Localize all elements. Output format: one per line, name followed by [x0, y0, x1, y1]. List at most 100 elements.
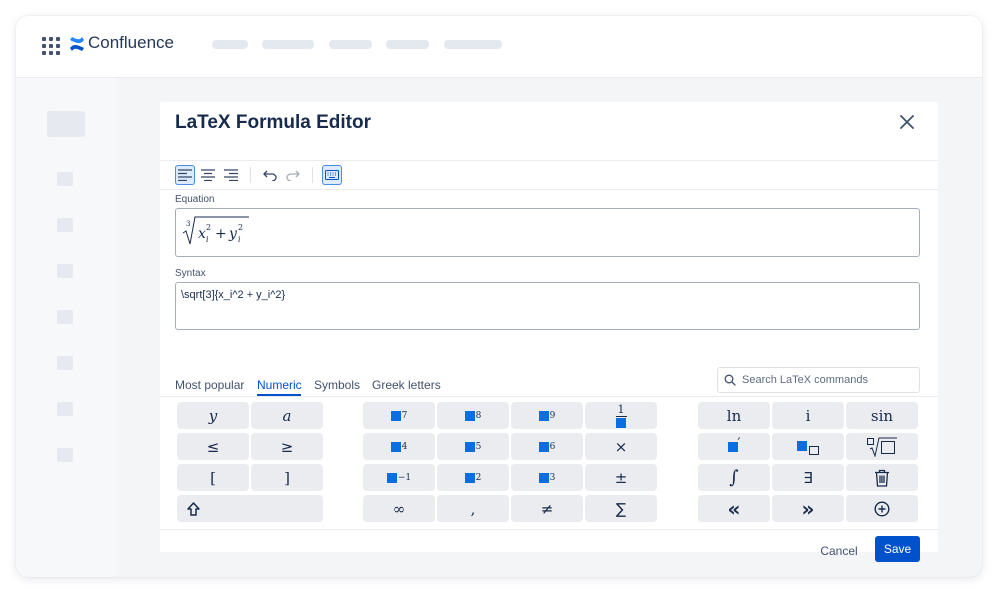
key-y[interactable]: y	[177, 402, 249, 429]
key-i[interactable]: i	[772, 402, 844, 429]
syntax-input[interactable]: \sqrt[3]{x_i^2 + y_i^2}	[175, 282, 920, 330]
key-label: »	[801, 496, 815, 521]
key-label: 9	[549, 410, 556, 421]
close-icon[interactable]	[897, 112, 917, 132]
key-a[interactable]: a	[251, 402, 323, 429]
app-window: Confluence LaTeX Formula Editor Equation…	[16, 16, 982, 577]
tab-numeric[interactable]: Numeric	[257, 378, 302, 392]
key-infinity[interactable]: ∞	[363, 495, 435, 522]
key-comma[interactable]: ,	[437, 495, 509, 522]
key-label: 3	[549, 472, 556, 483]
align-right-button[interactable]	[221, 165, 241, 185]
placeholder-box-icon	[464, 441, 475, 452]
key-subscript[interactable]	[772, 433, 844, 460]
key-label: ]	[284, 468, 290, 487]
key-label: ∫	[729, 467, 739, 488]
keyboard-button[interactable]	[322, 165, 342, 185]
key-label: i	[805, 406, 811, 425]
key-prime[interactable]: ′	[698, 433, 770, 460]
key-power-8[interactable]: 8	[437, 402, 509, 429]
key-label: ∞	[392, 499, 406, 518]
sidebar-item-placeholder	[57, 172, 73, 186]
placeholder-box-icon	[390, 410, 401, 421]
sidebar-item-placeholder	[57, 218, 73, 232]
key-power-minus-1[interactable]: −1	[363, 464, 435, 491]
key-sum[interactable]: ∑	[585, 495, 657, 522]
top-navigation: Confluence	[16, 16, 982, 78]
key-exists[interactable]: ∃	[772, 464, 844, 491]
sidebar-item-placeholder	[57, 448, 73, 462]
undo-button[interactable]	[260, 165, 280, 185]
redo-button[interactable]	[283, 165, 303, 185]
move-right-key[interactable]: »	[772, 495, 844, 522]
key-label: sin	[870, 406, 894, 425]
search-input[interactable]	[742, 371, 912, 388]
key-ln[interactable]: ln	[698, 402, 770, 429]
key-power-3[interactable]: 3	[511, 464, 583, 491]
key-power-7[interactable]: 7	[363, 402, 435, 429]
key-power-4[interactable]: 4	[363, 433, 435, 460]
delete-key[interactable]	[846, 464, 918, 491]
svg-text:2: 2	[206, 223, 211, 232]
toolbar-divider	[250, 167, 251, 183]
equation-preview[interactable]: 3 x 2 i + y 2 i	[175, 208, 920, 257]
tab-greek-letters[interactable]: Greek letters	[372, 378, 441, 392]
sidebar-item-placeholder	[57, 310, 73, 324]
key-power-9[interactable]: 9	[511, 402, 583, 429]
undo-icon	[263, 170, 277, 181]
keyboard-icon	[325, 170, 339, 180]
key-less-equal[interactable]: ≤	[177, 433, 249, 460]
syntax-text[interactable]: \sqrt[3]{x_i^2 + y_i^2}	[181, 289, 285, 301]
svg-text:3: 3	[186, 220, 190, 228]
sidebar-item-placeholder	[57, 402, 73, 416]
svg-text:+: +	[215, 226, 227, 242]
key-sin[interactable]: sin	[846, 402, 918, 429]
svg-text:y: y	[228, 226, 238, 242]
symbol-keypad: y a ≤ ≥ [ ] 7 8 9 1 4 5 6 × −1 2 3 ± ∞ ,…	[160, 396, 938, 530]
key-greater-equal[interactable]: ≥	[251, 433, 323, 460]
placeholder-box-icon	[616, 417, 626, 428]
key-label: 4	[401, 441, 408, 452]
key-power-5[interactable]: 5	[437, 433, 509, 460]
nav-placeholder	[262, 40, 314, 49]
save-button[interactable]: Save	[875, 536, 920, 562]
grid-icon[interactable]	[42, 37, 60, 55]
tab-most-popular[interactable]: Most popular	[175, 378, 244, 392]
key-power-6[interactable]: 6	[511, 433, 583, 460]
align-center-button[interactable]	[198, 165, 218, 185]
dialog-title: LaTeX Formula Editor	[175, 112, 372, 133]
shift-key[interactable]	[177, 495, 323, 522]
key-label: 1	[617, 402, 625, 416]
key-fraction[interactable]: 1	[585, 402, 657, 429]
key-left-bracket[interactable]: [	[177, 464, 249, 491]
key-not-equal[interactable]: ≠	[511, 495, 583, 522]
nav-placeholder	[386, 40, 429, 49]
key-label: a	[282, 406, 292, 425]
key-label: ∃	[803, 468, 813, 487]
key-label: −1	[397, 472, 412, 483]
key-label: ×	[614, 437, 628, 456]
move-left-key[interactable]: «	[698, 495, 770, 522]
key-label: «	[727, 496, 741, 521]
key-plus-minus[interactable]: ±	[585, 464, 657, 491]
insert-key[interactable]	[846, 495, 918, 522]
key-times[interactable]: ×	[585, 433, 657, 460]
tab-symbols[interactable]: Symbols	[314, 378, 360, 392]
key-label: ≤	[206, 437, 220, 456]
search-box[interactable]	[717, 367, 920, 393]
nth-root-icon	[867, 437, 897, 457]
key-nth-root[interactable]	[846, 433, 918, 460]
key-label: ∑	[615, 499, 627, 518]
placeholder-box-icon	[390, 441, 401, 452]
key-label: 2	[475, 472, 482, 483]
cancel-button[interactable]: Cancel	[814, 538, 864, 564]
latex-editor-dialog: LaTeX Formula Editor Equation 3 x 2 i + …	[160, 102, 938, 562]
svg-text:x: x	[198, 226, 206, 242]
key-integral[interactable]: ∫	[698, 464, 770, 491]
key-right-bracket[interactable]: ]	[251, 464, 323, 491]
app-logo-text[interactable]: Confluence	[88, 33, 174, 53]
nav-placeholder	[212, 40, 248, 49]
key-label: [	[210, 468, 216, 487]
align-left-button[interactable]	[175, 165, 195, 185]
key-power-2[interactable]: 2	[437, 464, 509, 491]
